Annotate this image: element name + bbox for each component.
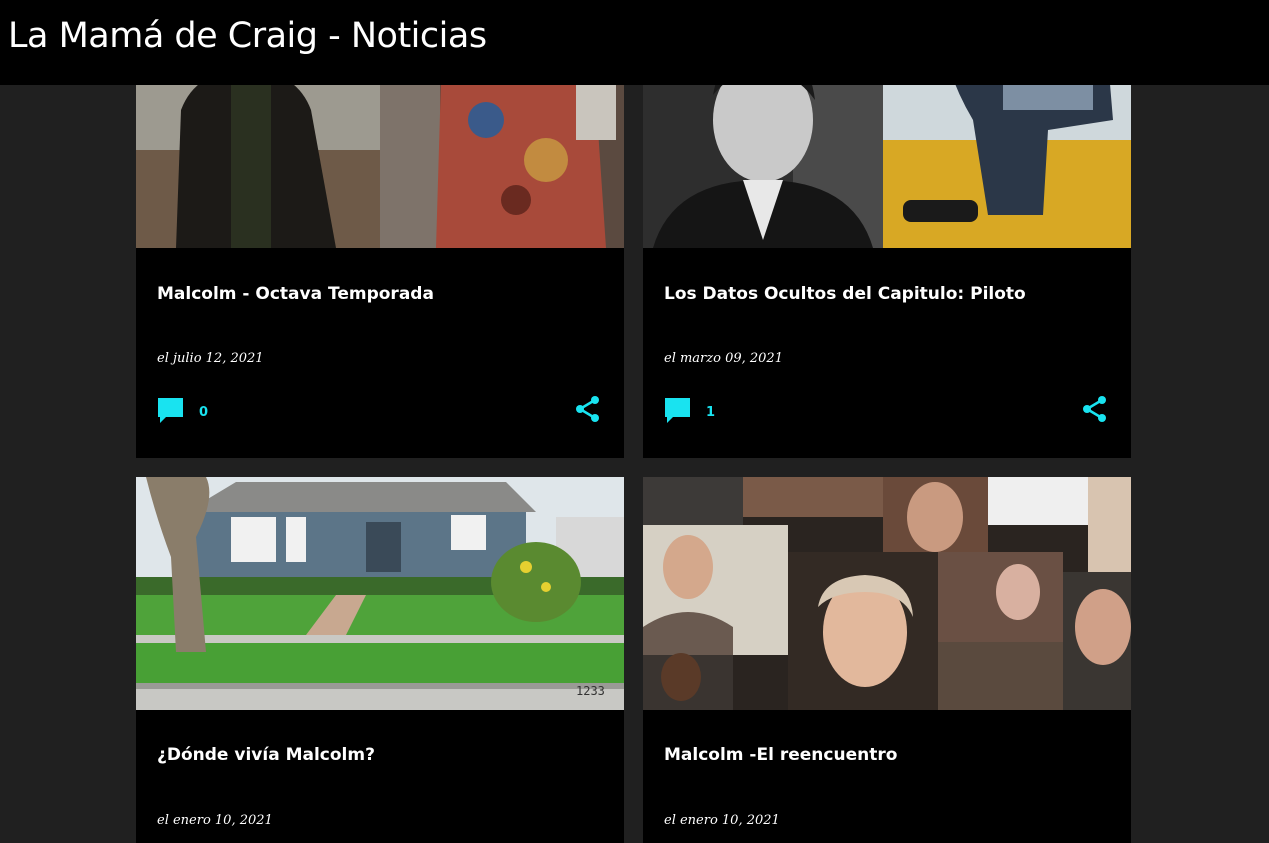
share-button[interactable] <box>1081 395 1109 427</box>
post-title[interactable]: Los Datos Ocultos del Capitulo: Piloto <box>664 284 1026 304</box>
site-header: La Mamá de Craig - Noticias <box>0 0 1269 85</box>
post-date[interactable]: el julio 12, 2021 <box>157 351 264 366</box>
comment-count: 1 <box>706 405 716 420</box>
post-date[interactable]: el marzo 09, 2021 <box>664 351 783 366</box>
share-button[interactable] <box>574 395 602 427</box>
comments-link[interactable]: 0 <box>157 397 208 428</box>
post-title[interactable]: Malcolm - Octava Temporada <box>157 284 434 304</box>
site-title[interactable]: La Mamá de Craig - Noticias <box>8 16 487 56</box>
post-title[interactable]: Malcolm -El reencuentro <box>664 745 897 765</box>
post-date[interactable]: el enero 10, 2021 <box>157 813 273 828</box>
share-icon <box>1081 396 1109 427</box>
comment-icon <box>664 397 691 428</box>
comments-link[interactable]: 1 <box>664 397 715 428</box>
post-card[interactable]: 1233 ¿Dónde vivía Malcolm? el enero 10, … <box>136 477 624 843</box>
post-title[interactable]: ¿Dónde vivía Malcolm? <box>157 745 375 765</box>
share-icon <box>574 396 602 427</box>
post-thumbnail[interactable]: 1233 <box>136 477 624 710</box>
comment-count: 0 <box>199 405 209 420</box>
svg-text:1233: 1233 <box>576 684 605 698</box>
post-thumbnail[interactable] <box>643 477 1131 710</box>
post-card[interactable]: Malcolm -El reencuentro el enero 10, 202… <box>643 477 1131 843</box>
comment-icon <box>157 397 184 428</box>
post-date[interactable]: el enero 10, 2021 <box>664 813 780 828</box>
